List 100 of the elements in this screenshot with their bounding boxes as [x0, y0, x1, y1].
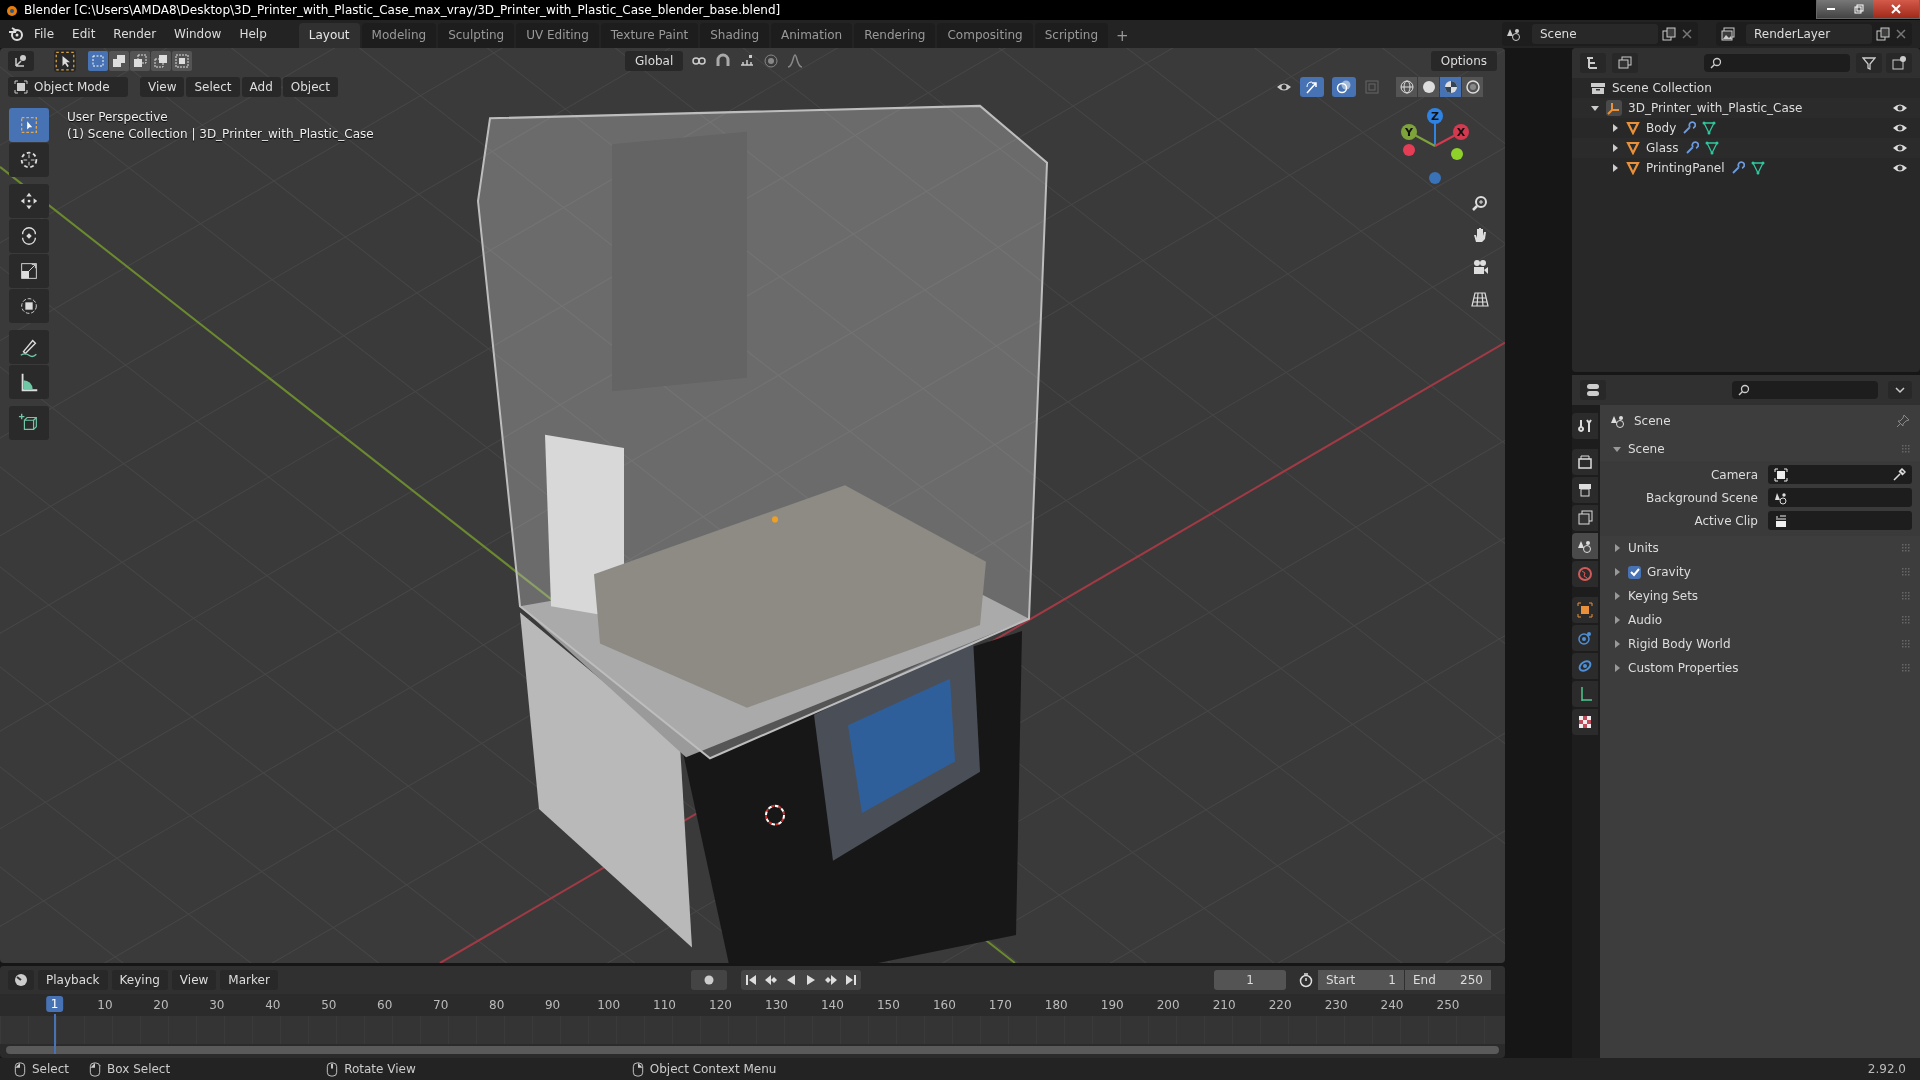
eyedropper-icon[interactable]	[1892, 467, 1906, 482]
drag-grip-icon[interactable]	[1902, 592, 1912, 600]
panel-header[interactable]: Rigid Body World	[1628, 637, 1731, 651]
search-field[interactable]	[1704, 54, 1850, 72]
data-tab[interactable]	[1572, 681, 1598, 707]
menu-item[interactable]: File	[26, 24, 63, 44]
close-button[interactable]	[1873, 0, 1919, 18]
display-mode-button[interactable]	[1612, 53, 1638, 73]
panel-header[interactable]: Custom Properties	[1628, 661, 1739, 675]
collapse-arrow-icon[interactable]	[1590, 103, 1600, 113]
expand-arrow-icon[interactable]	[1612, 591, 1622, 601]
viewport-menu[interactable]: Object	[282, 77, 338, 97]
playhead[interactable]: 1	[45, 996, 64, 1012]
falloff-curve-icon[interactable]	[787, 53, 804, 69]
workspace-tab[interactable]: Scripting	[1034, 23, 1109, 48]
menu-item[interactable]: Window	[166, 24, 230, 44]
menu-item[interactable]: Help	[231, 24, 275, 44]
collapse-arrow-icon[interactable]	[1612, 444, 1622, 454]
current-frame-field[interactable]: 1	[1214, 970, 1286, 990]
editor-type-button[interactable]	[1580, 53, 1606, 73]
scene-field[interactable]: Scene	[1532, 24, 1658, 44]
snap-increment-icon[interactable]	[739, 53, 756, 69]
move-tool-button[interactable]	[9, 184, 49, 218]
measure-tool-button[interactable]	[9, 365, 49, 399]
select-tool-icon[interactable]	[54, 50, 76, 72]
filter-button[interactable]	[1856, 53, 1882, 73]
shading-mode-button[interactable]	[1418, 77, 1439, 97]
mesh-data-icon[interactable]	[1750, 161, 1765, 175]
annotate-tool-button[interactable]	[9, 330, 49, 364]
editor-type-button[interactable]	[1580, 380, 1606, 400]
overlays-toggle[interactable]	[1332, 77, 1356, 97]
scene-icon[interactable]	[1506, 26, 1522, 42]
options-dropdown[interactable]: Options	[1430, 51, 1497, 71]
blender-logo-icon[interactable]	[8, 26, 24, 42]
clip-field[interactable]	[1768, 511, 1912, 530]
drag-grip-icon[interactable]	[1902, 544, 1912, 552]
expand-arrow-icon[interactable]	[1612, 543, 1622, 553]
camera-field[interactable]	[1768, 465, 1912, 484]
workspace-tab[interactable]: Compositing	[937, 23, 1033, 48]
physics-tab[interactable]	[1572, 625, 1598, 651]
minimize-button[interactable]	[1817, 0, 1845, 18]
axis-dot[interactable]	[1429, 172, 1441, 184]
selection-mode-button[interactable]	[130, 51, 150, 71]
scrollbar[interactable]	[6, 1046, 1499, 1054]
view-layer-field[interactable]: RenderLayer	[1746, 24, 1872, 44]
workspace-tab[interactable]: Modeling	[361, 23, 437, 48]
expand-arrow-icon[interactable]	[1610, 163, 1620, 173]
checkbox[interactable]	[1628, 565, 1641, 579]
timeline-dropdown[interactable]: Playback	[38, 970, 108, 990]
selection-mode-button[interactable]	[88, 51, 108, 71]
drag-grip-icon[interactable]	[1902, 664, 1912, 672]
add-workspace-button[interactable]: +	[1110, 24, 1135, 48]
workspace-tab[interactable]: Animation	[771, 23, 853, 48]
axis-handle[interactable]: Y	[1401, 124, 1436, 147]
drag-grip-icon[interactable]	[1902, 568, 1912, 576]
mesh-data-icon[interactable]	[1702, 121, 1717, 135]
wrench-icon[interactable]	[1684, 141, 1699, 155]
axis-handle[interactable]: X	[1434, 124, 1469, 147]
scale-tool-button[interactable]	[9, 254, 49, 288]
selection-mode-button[interactable]	[151, 51, 171, 71]
view-layer-tab[interactable]	[1572, 505, 1598, 531]
render-tab[interactable]	[1572, 449, 1598, 475]
drag-grip-icon[interactable]	[1902, 616, 1912, 624]
tool-tab[interactable]	[1572, 413, 1598, 439]
menu-item[interactable]: Render	[105, 24, 165, 44]
workspace-tab[interactable]: Layout	[298, 23, 360, 48]
world-tab[interactable]	[1572, 561, 1598, 587]
mesh-data-icon[interactable]	[1704, 141, 1719, 155]
copy-icon[interactable]	[1876, 27, 1890, 41]
transform-orientation-dropdown[interactable]: Global	[625, 51, 684, 71]
outliner-item[interactable]: PrintingPanel	[1646, 161, 1725, 175]
add-cube-tool-button[interactable]	[9, 406, 49, 440]
timeline-menu[interactable]: Marker	[220, 970, 278, 990]
expand-arrow-icon[interactable]	[1612, 663, 1622, 673]
expand-arrow-icon[interactable]	[1610, 143, 1620, 153]
copy-icon[interactable]	[1662, 27, 1676, 41]
maximize-button[interactable]	[1845, 0, 1873, 18]
panel-header[interactable]: Audio	[1628, 613, 1663, 627]
editor-type-button[interactable]	[8, 51, 34, 71]
menu-item[interactable]: Edit	[64, 24, 104, 44]
wrench-icon[interactable]	[1682, 121, 1697, 135]
panel-header[interactable]: Units	[1628, 541, 1659, 555]
outliner-item[interactable]: 3D_Printer_with_Plastic_Case	[1628, 101, 1803, 115]
wrench-icon[interactable]	[1730, 161, 1745, 175]
transform-tool-button[interactable]	[9, 289, 49, 323]
scene-tab[interactable]	[1572, 533, 1598, 559]
selection-mode-button[interactable]	[172, 51, 192, 71]
mode-dropdown[interactable]: Object Mode	[8, 77, 128, 97]
drag-grip-icon[interactable]	[1902, 640, 1912, 648]
new-collection-button[interactable]	[1886, 53, 1912, 73]
outliner-item[interactable]: Scene Collection	[1612, 81, 1712, 95]
start-frame-field[interactable]: Start 1	[1318, 970, 1404, 990]
cursor-tool-button[interactable]	[9, 143, 49, 177]
workspace-tab[interactable]: Texture Paint	[600, 23, 699, 48]
workspace-tab[interactable]: Shading	[700, 23, 769, 48]
scene-field[interactable]	[1768, 488, 1912, 507]
texture-tab[interactable]	[1572, 709, 1598, 735]
panel-header[interactable]: Keying Sets	[1628, 589, 1699, 603]
rotate-tool-button[interactable]	[9, 219, 49, 253]
gizmo-toggle[interactable]	[1300, 77, 1324, 97]
